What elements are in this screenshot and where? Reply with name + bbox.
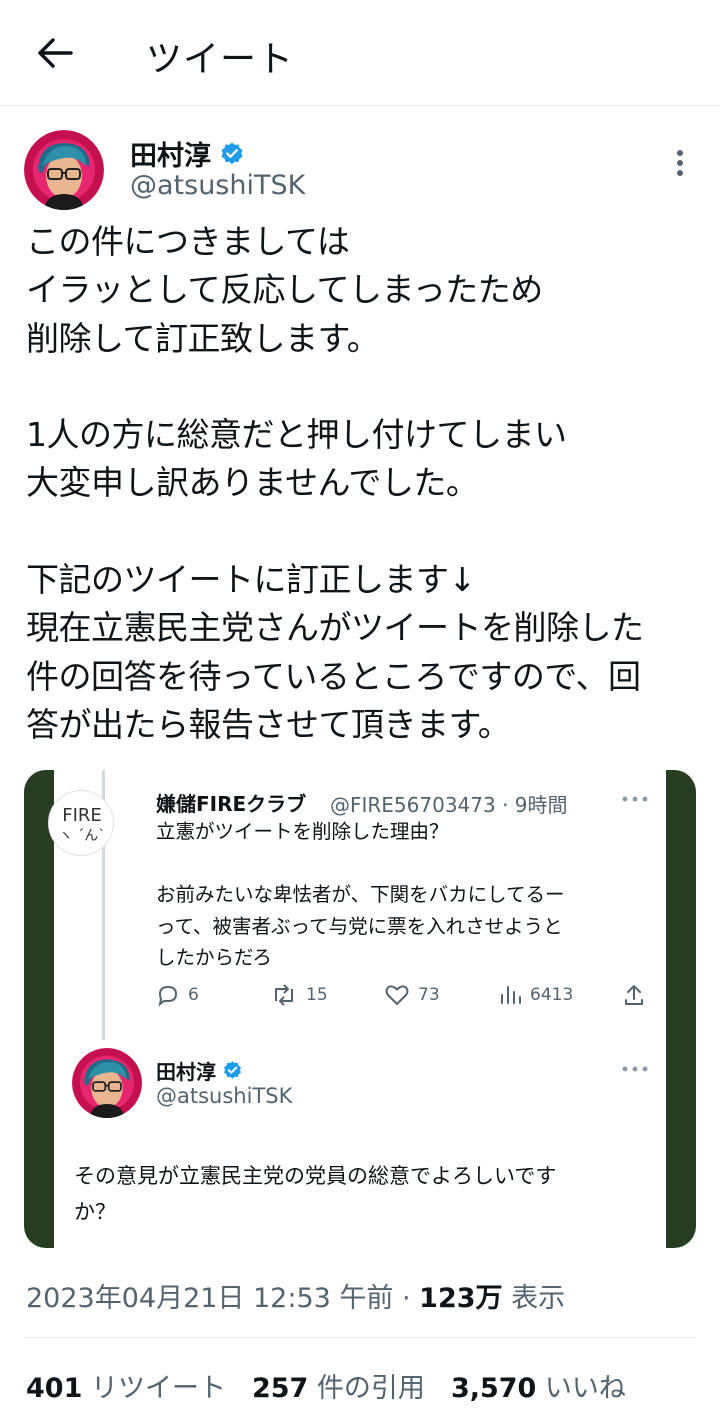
fire-avatar-text: FIRE [62, 805, 102, 826]
quoted-author-avatar [72, 1048, 142, 1118]
reply-text: 立憲がツイートを削除した理由？ お前みたいな卑怯者が、下関をバカにしてるー って… [156, 820, 565, 969]
retweets-label: リツイート [82, 1373, 226, 1404]
likes-stat[interactable]: 3,570 いいね [451, 1366, 626, 1405]
views-count: 6413 [530, 985, 574, 1005]
tweet-text: この件につきましては イラッとして反応してしまったため 削除して訂正致します。 … [26, 222, 644, 744]
top-bar: ツイート [0, 0, 720, 106]
tweet-meta: 2023年04月21日 12:53 午前 · 123万 表示 [26, 1276, 565, 1315]
quoted-text: その意見が立憲民主党の党員の総意でよろしいです か？ [74, 1164, 557, 1224]
like-count: 73 [418, 985, 440, 1005]
views-count: 123万 [419, 1283, 503, 1314]
verified-badge-icon [221, 142, 243, 164]
tweet-stats: 401 リツイート 257 件の引用 3,570 いいね [26, 1366, 626, 1405]
fire-avatar-face: ヽ ´ん` [58, 828, 106, 844]
bar-chart-icon [501, 986, 521, 1004]
share-icon [625, 985, 643, 1005]
divider [24, 1337, 696, 1338]
retweets-stat[interactable]: 401 リツイート [26, 1366, 226, 1405]
quoted-author-name-row: 田村淳 [156, 1056, 243, 1085]
fire-club-avatar: FIRE ヽ ´ん` [48, 790, 114, 856]
meta-separator: · [393, 1283, 420, 1314]
views-action: 6413 [498, 980, 573, 1010]
author-handle[interactable]: @atsushiTSK [130, 170, 305, 201]
share-action [622, 980, 646, 1010]
like-action: 73 [384, 980, 440, 1010]
retweets-count: 401 [26, 1373, 83, 1404]
likes-count: 3,570 [450, 1373, 537, 1404]
verified-badge-icon [224, 1061, 241, 1079]
comment-icon [158, 985, 178, 1007]
quotes-label: 件の引用 [308, 1373, 425, 1404]
more-vertical-icon [677, 150, 683, 176]
back-button[interactable] [30, 28, 80, 78]
retweet-action: 15 [270, 980, 328, 1010]
quotes-count: 257 [251, 1373, 309, 1404]
more-horizontal-icon [622, 796, 648, 802]
author-avatar[interactable] [24, 130, 104, 210]
more-horizontal-icon [622, 1066, 648, 1072]
retweet-icon [275, 984, 293, 1006]
quotes-stat[interactable]: 257 件の引用 [252, 1366, 425, 1405]
arrow-left-icon [38, 38, 73, 68]
reply-count: 6 [188, 985, 199, 1005]
tweet-date[interactable]: 2023年04月21日 12:53 午前 [26, 1283, 393, 1314]
quoted-author-handle: @atsushiTSK [156, 1084, 293, 1108]
author-name[interactable]: 田村淳 [130, 134, 211, 173]
page-title: ツイート [146, 39, 295, 80]
views-label: 表示 [502, 1283, 566, 1314]
more-options-button[interactable] [666, 146, 694, 180]
quoted-author-name: 田村淳 [156, 1060, 216, 1084]
retweet-count: 15 [306, 985, 328, 1005]
author-name-row[interactable]: 田村淳 [130, 134, 245, 173]
reply-author-handle: @FIRE56703473 · 9時間 [330, 793, 568, 817]
heart-icon [385, 985, 409, 1005]
likes-label: いいね [536, 1373, 626, 1404]
reply-action: 6 [156, 980, 199, 1010]
reply-author-name: 嫌儲FIREクラブ [156, 792, 307, 816]
